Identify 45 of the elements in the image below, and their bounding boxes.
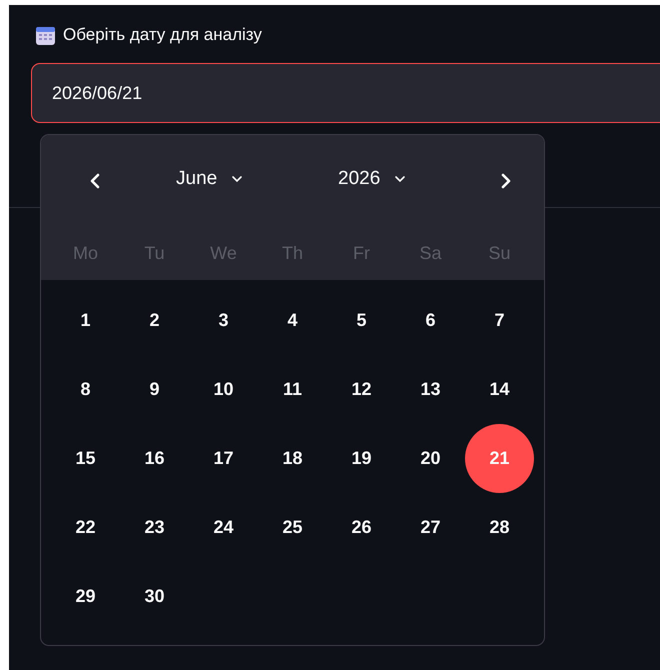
calendar-day[interactable]: 29	[51, 562, 120, 631]
calendar-day[interactable]: 26	[327, 493, 396, 562]
weekday-label: Th	[282, 243, 303, 264]
calendar-day[interactable]: 9	[120, 355, 189, 424]
calendar-day[interactable]: 1	[51, 286, 120, 355]
weekday-label: Mo	[72, 243, 98, 264]
calendar-day[interactable]: 14	[465, 355, 534, 424]
previous-month-icon[interactable]	[88, 173, 102, 189]
date-input[interactable]: 2026/06/21	[31, 63, 660, 123]
year-select[interactable]: 2026	[338, 168, 406, 190]
calendar-day[interactable]: 7	[465, 286, 534, 355]
calendar-day[interactable]: 10	[189, 355, 258, 424]
calendar-day[interactable]: 12	[327, 355, 396, 424]
calendar-day[interactable]: 13	[396, 355, 465, 424]
calendar-icon	[35, 24, 56, 46]
calendar-day[interactable]: 3	[189, 286, 258, 355]
calendar-day[interactable]: 11	[258, 355, 327, 424]
calendar-day[interactable]: 20	[396, 424, 465, 493]
caret-icon	[231, 175, 244, 183]
calendar-day[interactable]: 27	[396, 493, 465, 562]
calendar-day[interactable]: 18	[258, 424, 327, 493]
calendar-day[interactable]: 22	[51, 493, 120, 562]
month-select[interactable]: June	[176, 168, 244, 190]
calendar-day[interactable]: 16	[120, 424, 189, 493]
next-month-icon[interactable]	[499, 173, 513, 189]
weekday-label: Fr	[353, 243, 370, 264]
weekday-label: Tu	[144, 243, 165, 264]
calendar-day[interactable]: 15	[51, 424, 120, 493]
calendar-day[interactable]: 30	[120, 562, 189, 631]
calendar-day[interactable]: 6	[396, 286, 465, 355]
calendar-day[interactable]: 28	[465, 493, 534, 562]
calendar-day[interactable]: 23	[120, 493, 189, 562]
caret-icon	[394, 175, 406, 183]
calendar-day[interactable]: 24	[189, 493, 258, 562]
calendar-day[interactable]: 4	[258, 286, 327, 355]
weekday-label: Su	[488, 243, 511, 264]
weekday-label: Sa	[419, 243, 442, 264]
weekday-label: We	[210, 243, 237, 264]
calendar-day[interactable]: 8	[51, 355, 120, 424]
field-label: Оберіть дату для аналізу	[63, 25, 262, 45]
calendar-day[interactable]: 17	[189, 424, 258, 493]
calendar-day[interactable]: 25	[258, 493, 327, 562]
calendar-day[interactable]: 19	[327, 424, 396, 493]
calendar-day[interactable]: 2	[120, 286, 189, 355]
calendar-day[interactable]: 5	[327, 286, 396, 355]
